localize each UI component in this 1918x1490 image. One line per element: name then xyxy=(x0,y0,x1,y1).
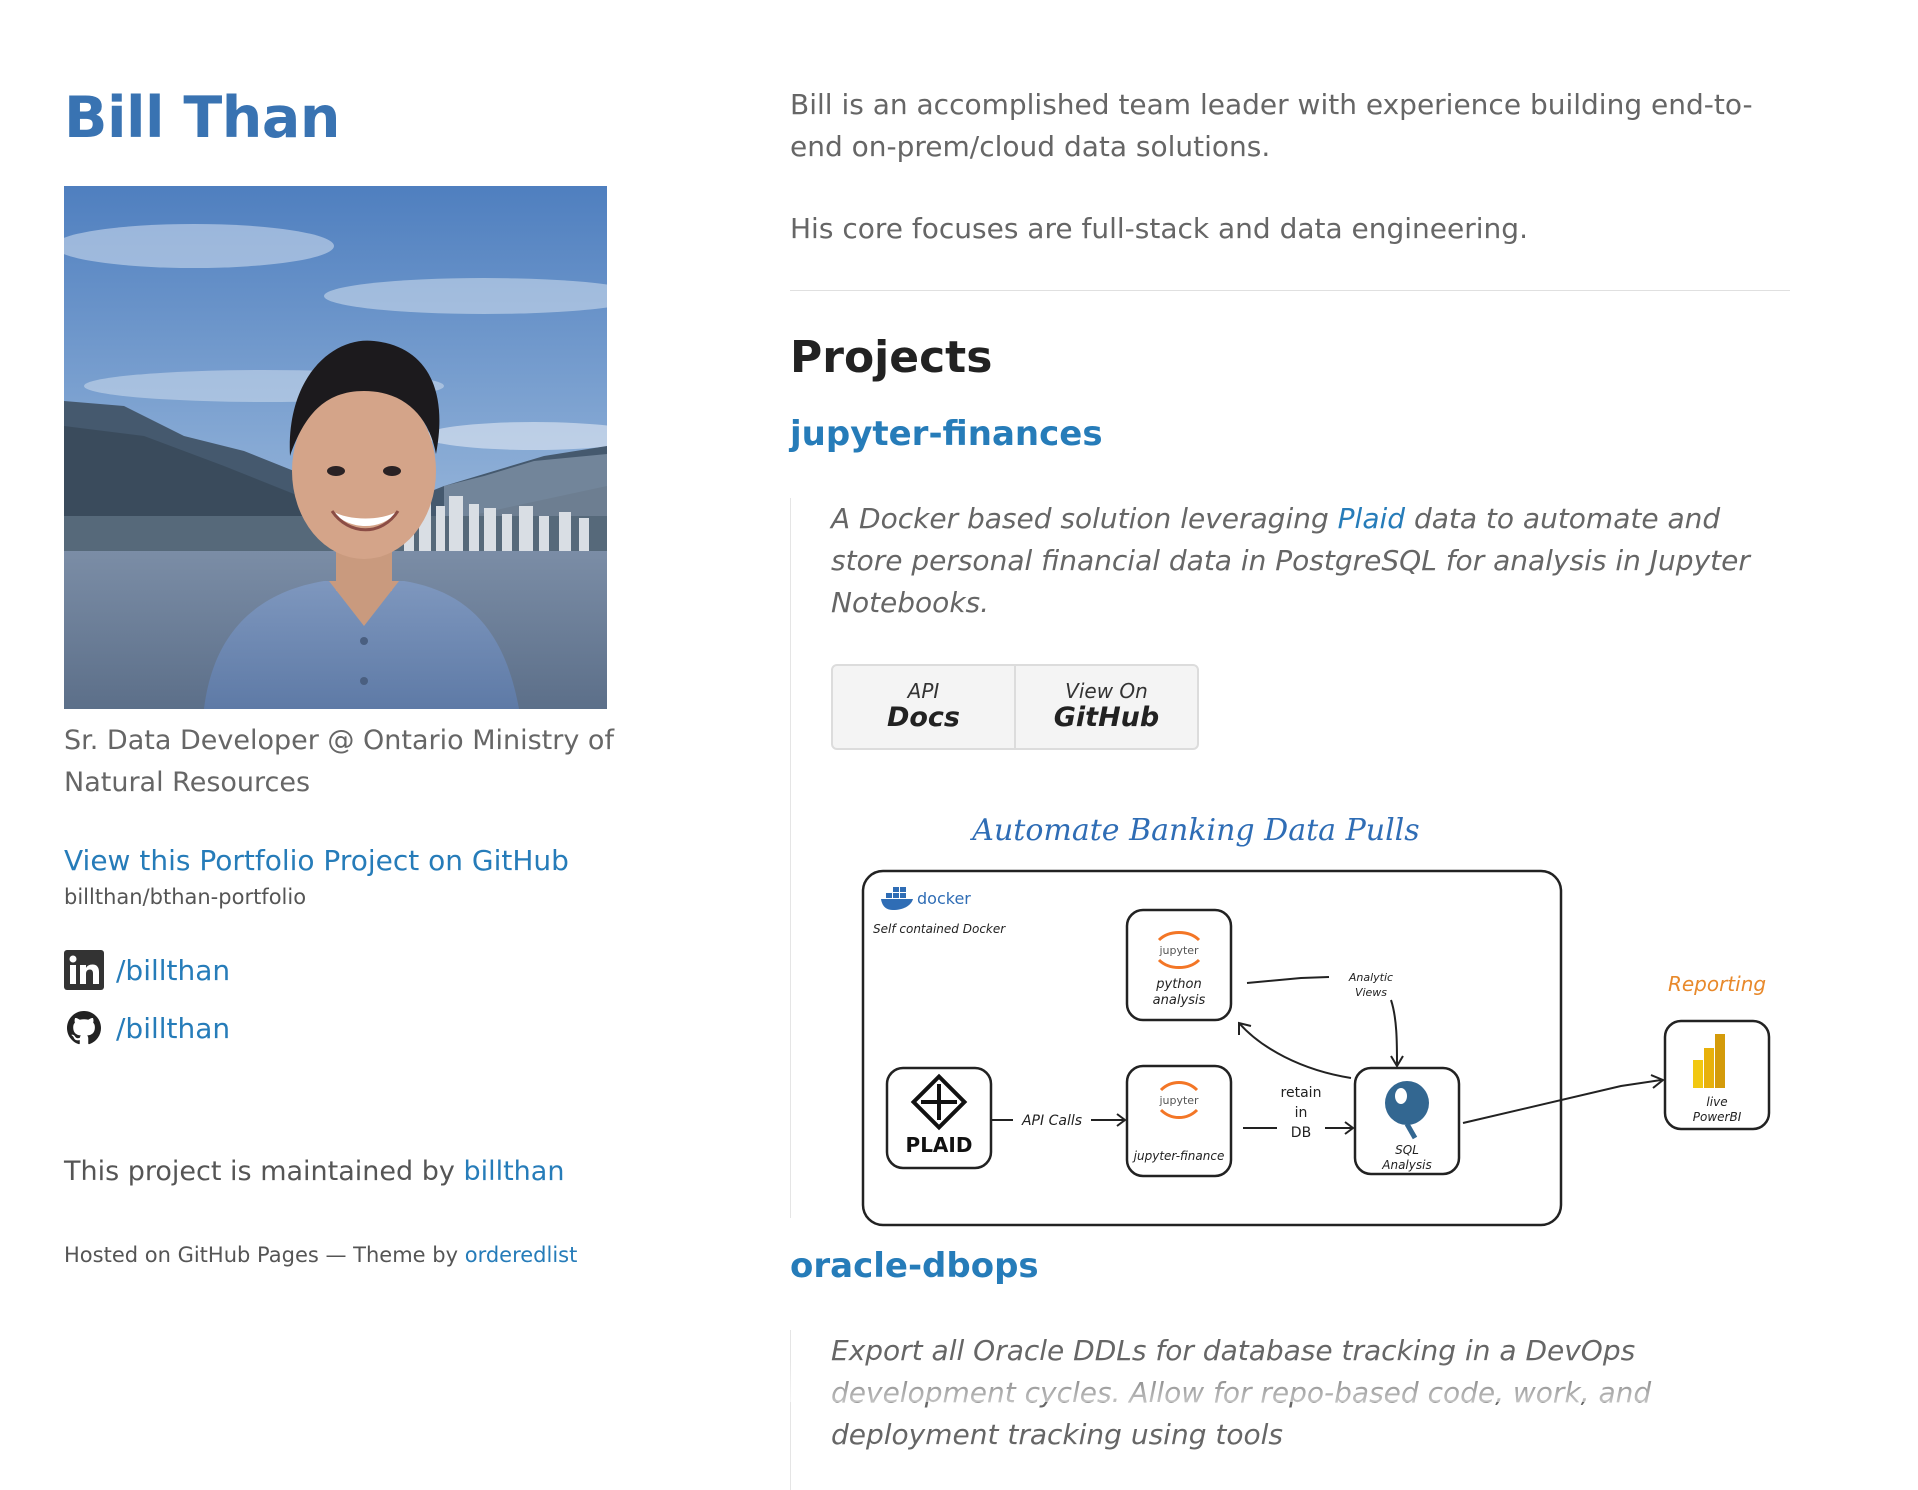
oracle-description: Export all Oracle DDLs for database trac… xyxy=(831,1334,1652,1451)
maintainer-link[interactable]: billthan xyxy=(463,1156,564,1187)
diagram-title: Automate Banking Data Pulls xyxy=(969,813,1419,848)
edge-analytic-1: Analytic xyxy=(1348,971,1393,984)
github-icon xyxy=(64,1008,104,1048)
api-docs-button[interactable]: API Docs xyxy=(833,666,1014,748)
main-content: Bill is an accomplished team leader with… xyxy=(790,84,1790,1490)
intro: Bill is an accomplished team leader with… xyxy=(790,84,1790,250)
python-label-1: python xyxy=(1155,977,1201,992)
plaid-link[interactable]: Plaid xyxy=(1338,502,1405,535)
linkedin-link[interactable]: /billthan xyxy=(64,950,230,990)
linkedin-icon xyxy=(64,950,104,990)
edge-retain-3: DB xyxy=(1291,1125,1311,1141)
edge-retain-1: retain xyxy=(1281,1085,1322,1101)
profile-photo xyxy=(64,186,607,709)
intro-paragraph-1: Bill is an accomplished team leader with… xyxy=(790,88,1753,163)
project-title-oracle-dbops[interactable]: oracle-dbops xyxy=(790,1246,1039,1286)
jupyter-logo-text: jupyter xyxy=(1158,944,1199,957)
maintained-by: This project is maintained by billthan xyxy=(64,1156,564,1187)
github-profile-link[interactable]: /billthan xyxy=(64,1008,230,1048)
profile-tagline: Sr. Data Developer @ Ontario Ministry of… xyxy=(64,725,614,798)
linkedin-label[interactable]: /billthan xyxy=(116,954,230,987)
sidebar: Bill Than Sr. Data Developer @ Ontario M… xyxy=(64,78,624,1267)
github-profile-label[interactable]: /billthan xyxy=(116,1012,230,1045)
docker-label: docker xyxy=(917,889,971,908)
intro-paragraph-2: His core focuses are full-stack and data… xyxy=(790,212,1528,245)
project-card-oracle-dbops: Export all Oracle DDLs for database trac… xyxy=(790,1330,1791,1490)
description-text: A Docker based solution leveraging xyxy=(831,502,1329,535)
jupyter-finance-label: jupyter-finance xyxy=(1132,1149,1225,1163)
site-title[interactable]: Bill Than xyxy=(64,78,624,158)
architecture-diagram: Automate Banking Data Pulls docker Self … xyxy=(831,788,1771,1238)
sql-label-1: SQL xyxy=(1395,1143,1419,1157)
project-title-jupyter-finances[interactable]: jupyter-finances xyxy=(790,414,1103,454)
jupyter-logo-text-2: jupyter xyxy=(1158,1094,1199,1107)
api-docs-big: Docs xyxy=(886,702,961,733)
section-divider xyxy=(790,290,1790,291)
api-docs-small: API xyxy=(907,679,940,703)
theme-author-link[interactable]: orderedlist xyxy=(465,1243,578,1267)
hosted-prefix: Hosted on GitHub Pages — Theme by xyxy=(64,1243,459,1267)
portfolio-github-link[interactable]: View this Portfolio Project on GitHub xyxy=(64,844,569,877)
view-on-github-button[interactable]: View On GitHub xyxy=(1014,666,1197,748)
plaid-label: PLAID xyxy=(906,1133,973,1157)
powerbi-label-1: live xyxy=(1706,1095,1727,1109)
reporting-label: Reporting xyxy=(1668,972,1766,996)
projects-heading: Projects xyxy=(790,332,993,383)
portfolio-repo-name: billthan/bthan-portfolio xyxy=(64,885,307,909)
edge-api-calls: API Calls xyxy=(1021,1113,1082,1129)
github-big: GitHub xyxy=(1053,702,1160,733)
project-card-jupyter-finances: A Docker based solution leveraging Plaid… xyxy=(790,498,1791,1227)
powerbi-label-2: PowerBI xyxy=(1693,1110,1742,1124)
project-buttons: API Docs View On GitHub xyxy=(831,664,1199,750)
docker-caption: Self contained Docker xyxy=(873,922,1006,936)
edge-retain-2: in xyxy=(1295,1105,1308,1121)
project-description: A Docker based solution leveraging Plaid… xyxy=(831,498,1791,624)
sql-label-2: Analysis xyxy=(1381,1158,1431,1172)
view-on-small: View On xyxy=(1065,679,1148,703)
python-label-2: analysis xyxy=(1153,993,1206,1008)
docker-icon xyxy=(881,887,913,910)
edge-analytic-2: Views xyxy=(1355,986,1387,999)
maintained-prefix: This project is maintained by xyxy=(64,1156,455,1187)
hosted-credit: Hosted on GitHub Pages — Theme by ordere… xyxy=(64,1243,577,1267)
